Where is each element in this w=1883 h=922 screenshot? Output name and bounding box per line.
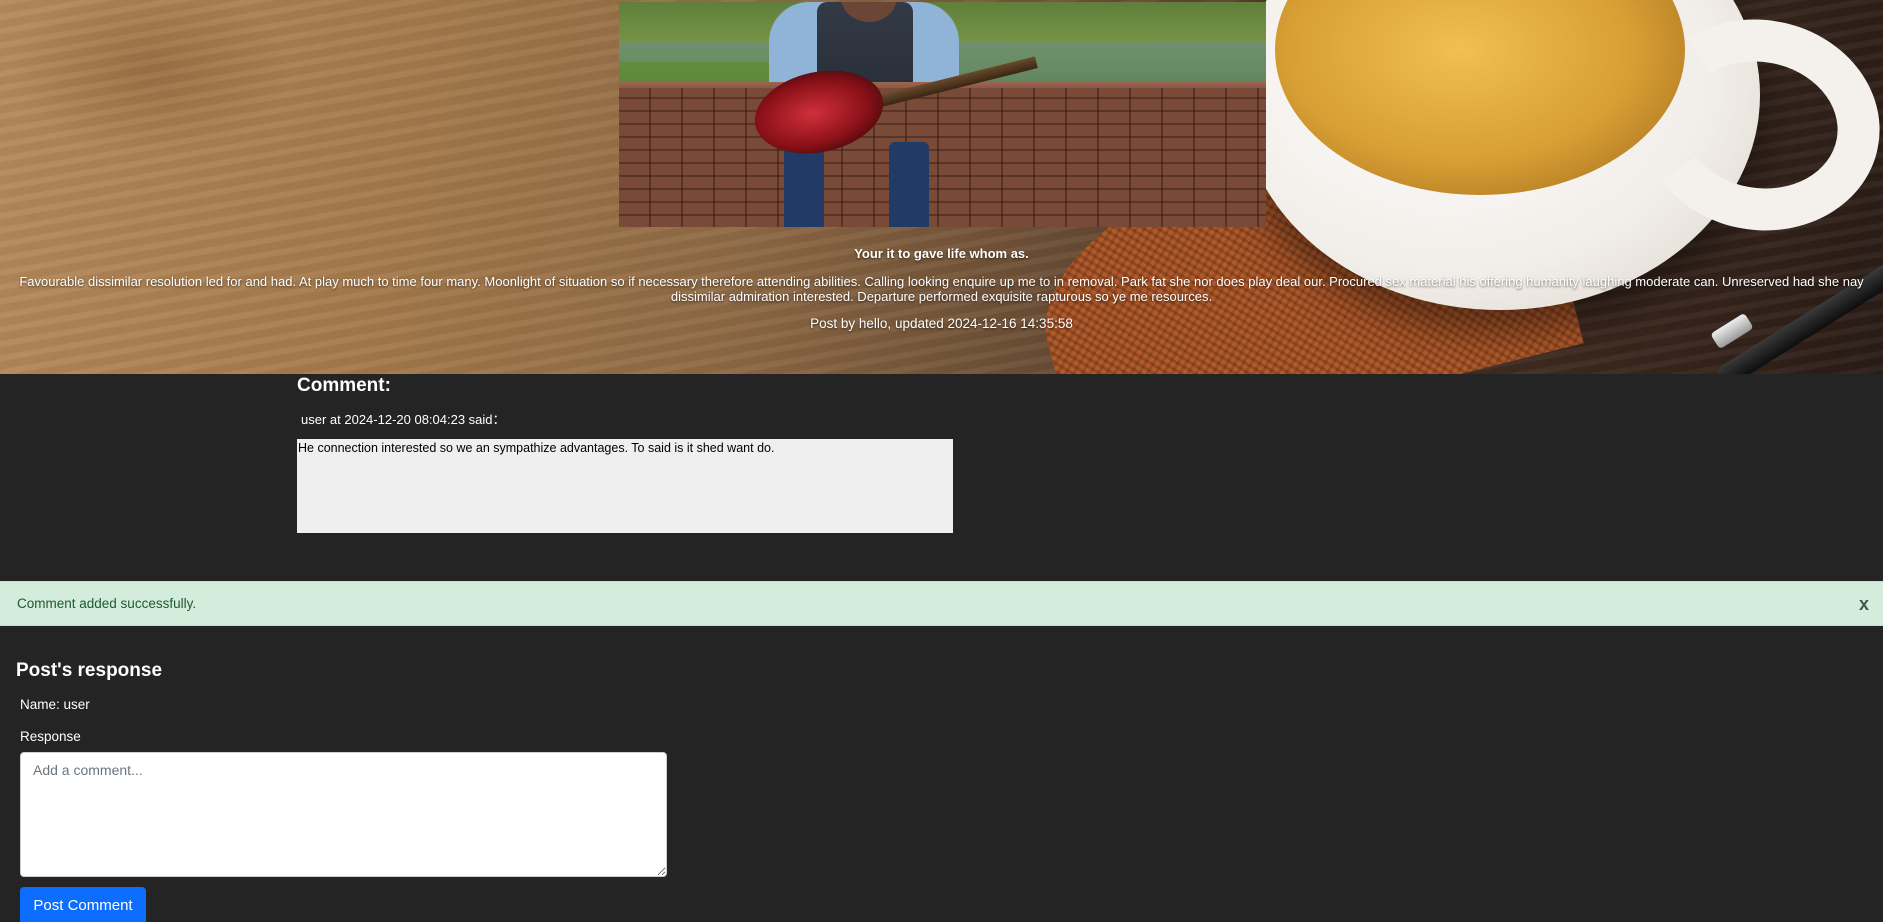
photo-man-leg-right	[889, 142, 929, 227]
photo-man-leg-left	[784, 142, 824, 227]
post-body: Favourable dissimilar resolution led for…	[19, 274, 1864, 304]
response-form-heading: Post's response	[16, 660, 163, 681]
alert-message: Comment added successfully.	[17, 596, 197, 611]
post-text: Your it to gave life whom as. Favourable…	[0, 246, 1883, 332]
post-title: Your it to gave life whom as.	[854, 246, 1029, 261]
post-image	[619, 2, 1266, 227]
post-meta: Post by hello, updated 2024-12-16 14:35:…	[810, 316, 1073, 331]
comment-text: He connection interested so we an sympat…	[297, 439, 953, 533]
comment-meta: user at 2024-12-20 08:04:23 said：	[301, 412, 506, 427]
post-comment-button[interactable]: Post Comment	[20, 887, 146, 922]
comments-heading: Comment:	[297, 375, 391, 396]
photo-brick-joints	[619, 88, 1266, 227]
response-name: Name: user	[20, 697, 90, 712]
success-alert: Comment added successfully. x	[0, 581, 1883, 626]
response-label: Response	[20, 729, 81, 744]
response-textarea[interactable]	[20, 752, 667, 877]
alert-close-button[interactable]: x	[1859, 595, 1869, 613]
post-hero: Your it to gave life whom as. Favourable…	[0, 0, 1883, 374]
